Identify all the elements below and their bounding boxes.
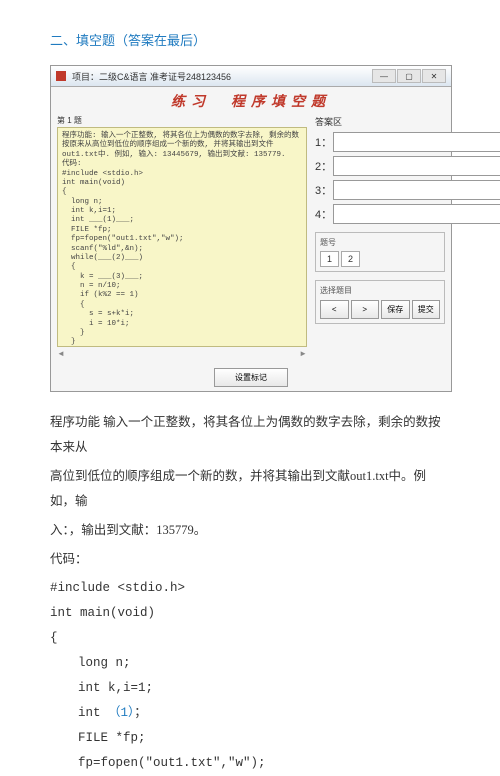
minimize-button[interactable]: — [372, 69, 396, 83]
save-button[interactable]: 保存 [381, 300, 410, 319]
window-controls: — ▢ ✕ [372, 69, 446, 83]
tihao-group: 题号 1 2 [315, 232, 445, 272]
answer-1-label: 1： [315, 134, 329, 150]
code-label: 代码： [50, 547, 450, 572]
tihao-tab-1[interactable]: 1 [320, 251, 339, 267]
submit-button[interactable]: 提交 [412, 300, 441, 319]
code-line-2: int main(void) [50, 601, 450, 626]
answer-2-label: 2： [315, 158, 329, 174]
answers-label: 答案区 [315, 115, 445, 128]
nav-label: 选择题目 [320, 285, 440, 296]
next-button[interactable]: > [351, 300, 380, 319]
answer-3-label: 3： [315, 182, 329, 198]
code-line-3: { [50, 626, 450, 651]
question-tab[interactable]: 第 1 题 [57, 115, 307, 126]
app-icon [56, 71, 66, 81]
answer-3-input[interactable] [333, 180, 500, 200]
code-line-6: int （1）； [50, 701, 450, 726]
right-panel: 答案区 1： 2： 3： 4： 题号 1 2 选择题目 < > [315, 115, 445, 358]
window-title: 项目：二级C&语言 准考证号248123456 [72, 70, 231, 83]
answer-4-label: 4： [315, 206, 329, 222]
titlebar: 项目：二级C&语言 准考证号248123456 — ▢ ✕ [51, 66, 451, 87]
app-heading: 练习 程序填空题 [51, 87, 451, 115]
scroll-arrows: ◄► [57, 349, 307, 358]
answer-1-input[interactable] [333, 132, 500, 152]
code-line-5: int k,i=1; [50, 676, 450, 701]
set-mark-button[interactable]: 设置标记 [214, 368, 288, 387]
answer-2-input[interactable] [333, 156, 500, 176]
scroll-left-icon[interactable]: ◄ [57, 349, 65, 358]
problem-line-3: 入：，输出到文献：135779。 [50, 518, 450, 543]
code-line-1: #include <stdio.h> [50, 576, 450, 601]
nav-group: 选择题目 < > 保存 提交 [315, 280, 445, 324]
problem-line-1: 程序功能 输入一个正整数，将其各位上为偶数的数字去除，剩余的数按本来从 [50, 410, 450, 460]
problem-line-2: 高位到低位的顺序组成一个新的数，并将其输出到文献out1.txt中。例如，输 [50, 464, 450, 514]
code-line-8: fp=fopen("out1.txt","w"); [50, 751, 450, 776]
tihao-label: 题号 [320, 237, 440, 248]
section-title: 二、填空题（答案在最后） [50, 30, 450, 49]
code-panel: 程序功能: 输入一个正整数, 将其各位上为偶数的数字去除, 剩余的数 按原来从高… [57, 127, 307, 347]
prev-button[interactable]: < [320, 300, 349, 319]
code-line-4: long n; [50, 651, 450, 676]
scroll-right-icon[interactable]: ► [299, 349, 307, 358]
blank-1: （1） [108, 706, 134, 720]
close-button[interactable]: ✕ [422, 69, 446, 83]
tihao-tab-2[interactable]: 2 [341, 251, 360, 267]
app-window: 项目：二级C&语言 准考证号248123456 — ▢ ✕ 练习 程序填空题 第… [50, 65, 452, 392]
code-line-7: FILE *fp; [50, 726, 450, 751]
answer-4-input[interactable] [333, 204, 500, 224]
maximize-button[interactable]: ▢ [397, 69, 421, 83]
